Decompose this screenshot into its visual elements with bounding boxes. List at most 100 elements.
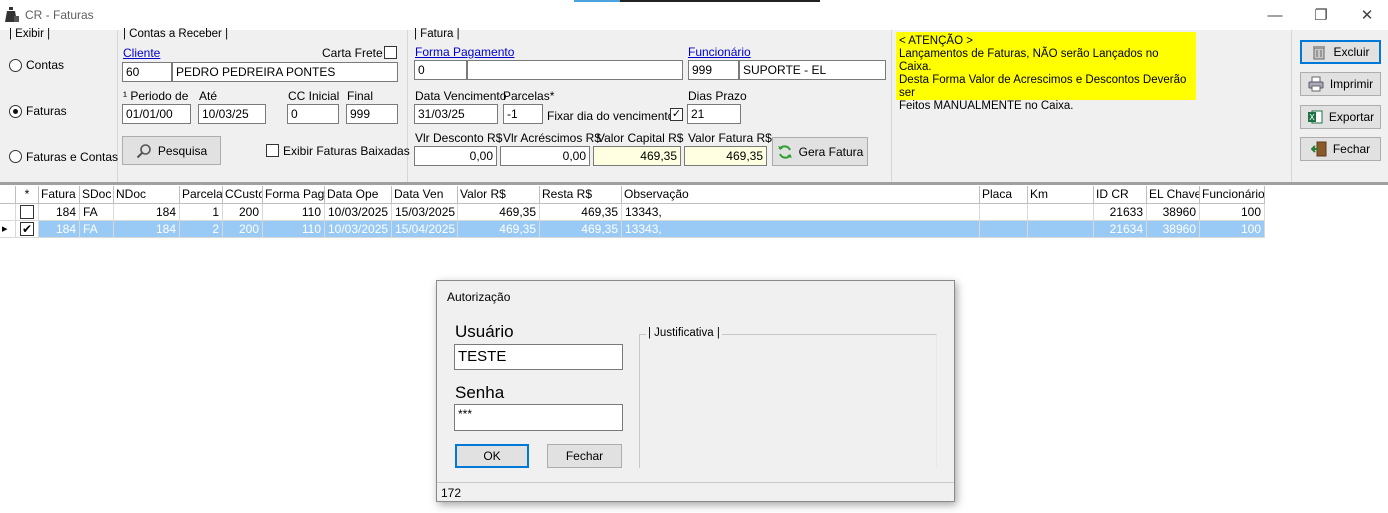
cell-sdoc: FA bbox=[80, 204, 114, 221]
forma-pagamento-code-field[interactable]: 0 bbox=[414, 60, 467, 80]
cell-fatura: 184 bbox=[39, 204, 80, 221]
col-header-fatura[interactable]: Fatura bbox=[39, 186, 80, 204]
table-row[interactable]: 184 FA 184 1 200 110 10/03/2025 15/03/20… bbox=[0, 204, 1265, 221]
exibir-baixadas-label: Exibir Faturas Baixadas bbox=[283, 144, 410, 158]
row-select-cell[interactable] bbox=[16, 204, 39, 221]
warning-box: < ATENÇÃO > Lançamentos de Faturas, NÃO … bbox=[896, 32, 1196, 112]
ate-label: Até bbox=[199, 89, 218, 103]
exibir-group-label: | Exibir | bbox=[9, 28, 51, 40]
imprimir-button[interactable]: Imprimir bbox=[1300, 72, 1381, 96]
radio-faturas-e-contas-label: Faturas e Contas bbox=[26, 150, 119, 164]
cell-km bbox=[1028, 221, 1094, 238]
col-header-km[interactable]: Km bbox=[1028, 186, 1094, 204]
autorizacao-dialog: Autorização Usuário TESTE Senha *** OK F… bbox=[436, 280, 955, 502]
col-header-resta[interactable]: Resta R$ bbox=[540, 186, 622, 204]
funcionario-link[interactable]: Funcionário bbox=[688, 45, 751, 59]
pesquisa-button[interactable]: Pesquisa bbox=[122, 136, 221, 165]
col-header-id-cr[interactable]: ID CR bbox=[1094, 186, 1147, 204]
col-header-sdoc[interactable]: SDoc bbox=[80, 186, 114, 204]
current-row-arrow-icon: ▸ bbox=[0, 221, 16, 238]
col-header-data-ven[interactable]: Data Ven bbox=[392, 186, 458, 204]
col-header-parcela[interactable]: Parcela bbox=[180, 186, 223, 204]
row-select-checkbox[interactable] bbox=[20, 205, 34, 219]
cell-ndoc: 184 bbox=[114, 221, 180, 238]
cell-parcela: 1 bbox=[180, 204, 223, 221]
col-header-ccusto[interactable]: CCusto bbox=[223, 186, 263, 204]
cell-placa bbox=[980, 221, 1028, 238]
radio-contas[interactable] bbox=[9, 59, 22, 72]
carta-frete-checkbox[interactable] bbox=[384, 46, 397, 59]
cell-el-chave: 38960 bbox=[1147, 221, 1200, 238]
funcionario-name-field[interactable]: SUPORTE - EL bbox=[739, 60, 886, 80]
close-icon[interactable]: ✕ bbox=[1344, 0, 1388, 30]
usuario-label: Usuário bbox=[455, 322, 514, 341]
senha-input[interactable]: *** bbox=[454, 404, 623, 431]
group-separator bbox=[407, 30, 408, 182]
dialog-fechar-button[interactable]: Fechar bbox=[547, 444, 622, 468]
gera-fatura-button[interactable]: Gera Fatura bbox=[772, 137, 868, 166]
col-header-funcionario[interactable]: Funcionário bbox=[1200, 186, 1265, 204]
cell-ndoc: 184 bbox=[114, 204, 180, 221]
cc-final-field[interactable]: 999 bbox=[346, 104, 398, 124]
forma-pagamento-link[interactable]: Forma Pagamento bbox=[415, 45, 514, 59]
gera-fatura-label: Gera Fatura bbox=[798, 144, 864, 159]
data-vencimento-field[interactable]: 31/03/25 bbox=[414, 104, 498, 124]
vlr-acrescimos-label: Vlr Acréscimos R$ bbox=[503, 131, 602, 145]
col-header-observacao[interactable]: Observação bbox=[622, 186, 980, 204]
excluir-button[interactable]: Excluir bbox=[1300, 40, 1381, 64]
col-header-forma-pag[interactable]: Forma Pag bbox=[263, 186, 325, 204]
dialog-fechar-label: Fechar bbox=[565, 449, 604, 463]
refresh-green-icon bbox=[777, 144, 792, 159]
col-header-ndoc[interactable]: NDoc bbox=[114, 186, 180, 204]
ate-field[interactable]: 10/03/25 bbox=[198, 104, 266, 124]
col-header-valor[interactable]: Valor R$ bbox=[458, 186, 540, 204]
row-select-checkbox[interactable]: ✔ bbox=[20, 222, 34, 236]
col-header-el-chave[interactable]: EL Chave bbox=[1147, 186, 1200, 204]
justificativa-textarea[interactable] bbox=[643, 343, 933, 465]
fixar-vencimento-label: Fixar dia do vencimento bbox=[547, 109, 675, 123]
col-header-data-ope[interactable]: Data Ope bbox=[325, 186, 392, 204]
row-select-cell[interactable]: ✔ bbox=[16, 221, 39, 238]
cell-placa bbox=[980, 204, 1028, 221]
cell-ccusto: 200 bbox=[223, 221, 263, 238]
restore-icon[interactable]: ❐ bbox=[1298, 0, 1344, 30]
cell-data-ven: 15/04/2025 bbox=[392, 221, 458, 238]
radio-faturas-e-contas[interactable] bbox=[9, 150, 22, 163]
cc-inicial-field[interactable]: 0 bbox=[287, 104, 339, 124]
col-header-placa[interactable]: Placa bbox=[980, 186, 1028, 204]
radio-faturas[interactable] bbox=[9, 105, 22, 118]
warning-line-3: Feitos MANUALMENTE no Caixa. bbox=[899, 100, 1074, 112]
cell-valor: 469,35 bbox=[458, 221, 540, 238]
radio-contas-label: Contas bbox=[26, 58, 65, 72]
vlr-acrescimos-field[interactable]: 0,00 bbox=[500, 146, 590, 166]
periodo-de-field[interactable]: 01/01/00 bbox=[122, 104, 191, 124]
fixar-vencimento-checkbox[interactable]: ✓ bbox=[670, 108, 683, 121]
forma-pagamento-desc-field[interactable] bbox=[467, 60, 683, 80]
valor-fatura-label: Valor Fatura R$ bbox=[688, 131, 772, 145]
dialog-status-bar: 172 bbox=[437, 482, 954, 502]
dias-prazo-field[interactable]: 21 bbox=[687, 104, 741, 124]
ok-button[interactable]: OK bbox=[455, 444, 529, 468]
exportar-button[interactable]: X Exportar bbox=[1300, 105, 1381, 129]
parcelas-field[interactable]: -1 bbox=[503, 104, 543, 124]
cliente-link[interactable]: Cliente bbox=[123, 46, 160, 60]
cliente-code-field[interactable]: 60 bbox=[122, 62, 172, 82]
cell-parcela: 2 bbox=[180, 221, 223, 238]
usuario-input[interactable]: TESTE bbox=[454, 344, 623, 370]
printer-icon bbox=[1308, 76, 1324, 92]
group-separator bbox=[1291, 30, 1292, 182]
exit-door-icon bbox=[1310, 141, 1327, 157]
col-header-select[interactable]: * bbox=[16, 186, 39, 204]
cell-el-chave: 38960 bbox=[1147, 204, 1200, 221]
exibir-baixadas-checkbox[interactable] bbox=[266, 144, 279, 157]
funcionario-code-field[interactable]: 999 bbox=[688, 60, 739, 80]
group-separator bbox=[891, 30, 892, 182]
minimize-icon[interactable]: — bbox=[1252, 0, 1298, 30]
svg-text:X: X bbox=[1309, 113, 1315, 122]
table-row[interactable]: ▸ ✔ 184 FA 184 2 200 110 10/03/2025 15/0… bbox=[0, 221, 1265, 238]
cell-data-ope: 10/03/2025 bbox=[325, 221, 392, 238]
fechar-button[interactable]: Fechar bbox=[1300, 137, 1381, 161]
vlr-desconto-field[interactable]: 0,00 bbox=[414, 146, 497, 166]
exportar-label: Exportar bbox=[1328, 110, 1375, 124]
cliente-name-field[interactable]: PEDRO PEDREIRA PONTES bbox=[172, 62, 398, 82]
